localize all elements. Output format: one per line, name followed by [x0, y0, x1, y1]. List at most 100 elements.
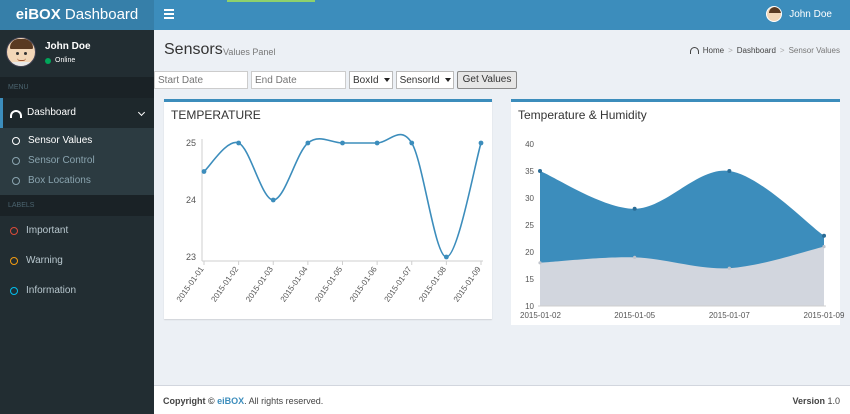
dashboard-icon	[689, 47, 699, 54]
sensor-id-select[interactable]: SensorId	[395, 71, 454, 89]
top-accent-bar	[227, 0, 315, 2]
x-tick-label: 2015-01-06	[348, 265, 379, 304]
y-tick-label: 10	[525, 302, 534, 311]
breadcrumb-separator: >	[779, 46, 785, 55]
start-date-input[interactable]	[154, 71, 248, 89]
user-panel: John Doe Online	[0, 30, 154, 77]
logo-suffix: Dashboard	[64, 6, 139, 23]
temperature-chart-box: TEMPERATURE 25 24 23 2015-01-01 2015-01-02 20…	[164, 99, 492, 319]
x-tick-label: 2015-01-05	[313, 265, 344, 304]
page-subtitle: Values Panel	[223, 47, 276, 57]
x-tick-label: 2015-01-03	[244, 265, 275, 304]
copyright-rights: . All rights reserved.	[244, 396, 324, 406]
data-point	[822, 233, 826, 238]
y-tick-label: 24	[186, 195, 196, 205]
data-point	[236, 140, 242, 146]
select-value: SensorId	[399, 74, 440, 86]
sidebar-item-label: Sensor Control	[28, 155, 95, 166]
menu-header: MENU	[0, 77, 154, 98]
data-point	[374, 140, 380, 146]
caret-down-icon	[444, 78, 451, 82]
top-navbar: John Doe	[154, 0, 850, 30]
sidebar-item-sensor-control[interactable]: Sensor Control	[0, 151, 154, 171]
breadcrumb-separator: >	[728, 46, 733, 55]
sidebar-item-label: Dashboard	[27, 107, 76, 118]
dashboard-icon	[10, 110, 22, 118]
x-tick-label: 2015-01-02	[520, 311, 561, 320]
y-tick-label: 40	[525, 140, 534, 149]
circle-icon	[10, 257, 18, 265]
sidebar-item-box-locations[interactable]: Box Locations	[0, 171, 154, 191]
status-dot-icon	[45, 57, 51, 64]
avatar	[6, 37, 36, 67]
x-tick-label: 2015-01-01	[175, 265, 206, 304]
avatar	[766, 6, 783, 22]
data-point	[201, 169, 207, 174]
user-menu[interactable]: John Doe	[766, 6, 832, 22]
y-tick-label: 15	[525, 275, 534, 284]
y-tick-label: 25	[186, 138, 196, 148]
y-tick-label: 35	[525, 167, 534, 176]
temperature-series-line	[203, 133, 482, 258]
data-point	[478, 140, 484, 146]
sidebar-user-name: John Doe	[45, 41, 91, 52]
data-point	[538, 261, 542, 265]
app-logo[interactable]: eiBOX Dashboard	[0, 0, 154, 30]
brand-link[interactable]: eiBOX	[217, 396, 244, 406]
sidebar: John Doe Online MENU Dashboard Sensor Va…	[0, 30, 154, 414]
version-number: 1.0	[827, 396, 840, 406]
version: Version 1.0	[792, 396, 840, 406]
chevron-down-icon	[137, 108, 146, 117]
x-tick-label: 2015-01-05	[614, 311, 655, 320]
temperature-line-chart: 2524232015-01-01 2015-01-02 2015-01-03 2015…	[175, 133, 484, 304]
box-id-select[interactable]: BoxId	[349, 71, 393, 89]
x-tick-label: 2015-01-04	[279, 265, 310, 304]
circle-icon	[12, 177, 20, 185]
version-label: Version	[792, 396, 825, 406]
circle-icon	[12, 137, 20, 145]
breadcrumb-dashboard[interactable]: Dashboard	[737, 46, 776, 55]
user-status: Online	[45, 57, 75, 64]
x-tick-label: 2015-01-09	[452, 265, 483, 304]
data-point	[727, 266, 731, 270]
breadcrumb-home[interactable]: Home	[703, 46, 724, 55]
x-tick-label: 2015-01-07	[383, 265, 414, 304]
data-point	[340, 140, 345, 146]
x-tick-label: 2015-01-08	[417, 265, 448, 304]
sidebar-toggle-icon[interactable]	[164, 9, 174, 19]
data-point	[538, 169, 542, 173]
dashboard-submenu: Sensor Values Sensor Control Box Locatio…	[0, 128, 154, 195]
data-point	[443, 254, 449, 260]
sidebar-item-sensor-values[interactable]: Sensor Values	[0, 131, 154, 151]
temp-humidity-chart-box: Temperature & Humidity 40 35 30 25 20 15 10 201…	[511, 99, 845, 325]
header-user-name: John Doe	[789, 8, 832, 20]
circle-icon	[10, 287, 18, 295]
y-tick-label: 25	[525, 221, 534, 230]
breadcrumb-current: Sensor Values	[788, 46, 840, 55]
breadcrumb: Home > Dashboard > Sensor Values	[689, 46, 840, 55]
y-tick-label: 20	[525, 248, 534, 257]
filter-bar: BoxId SensorId Get Values	[154, 71, 518, 89]
data-point	[632, 206, 637, 211]
sidebar-item-warning[interactable]: Warning	[0, 246, 154, 276]
footer: Copyright © eiBOX. All rights reserved. …	[154, 385, 850, 414]
sidebar-item-dashboard[interactable]: Dashboard	[0, 98, 154, 128]
y-tick-label: 23	[186, 252, 196, 262]
data-point	[270, 197, 276, 203]
page-title: Sensors	[164, 41, 223, 58]
get-values-button[interactable]: Get Values	[456, 71, 518, 89]
end-date-input[interactable]	[251, 71, 346, 89]
logo-prefix: eiBOX	[15, 6, 61, 23]
sidebar-item-label: Warning	[26, 255, 63, 266]
copyright: Copyright © eiBOX. All rights reserved.	[163, 396, 323, 406]
data-point	[633, 255, 637, 259]
data-point	[727, 169, 732, 173]
sidebar-item-label: Box Locations	[28, 175, 91, 186]
data-point	[409, 140, 415, 146]
sidebar-item-important[interactable]: Important	[0, 216, 154, 246]
labels-header: LABELS	[0, 195, 154, 216]
temp-humidity-area-chart: 40 35 30 25 20 15 102015-01-02 2015-01-05 2015-0…	[520, 140, 845, 320]
data-point	[305, 140, 311, 146]
circle-icon	[12, 157, 20, 165]
sidebar-item-information[interactable]: Information	[0, 276, 154, 306]
